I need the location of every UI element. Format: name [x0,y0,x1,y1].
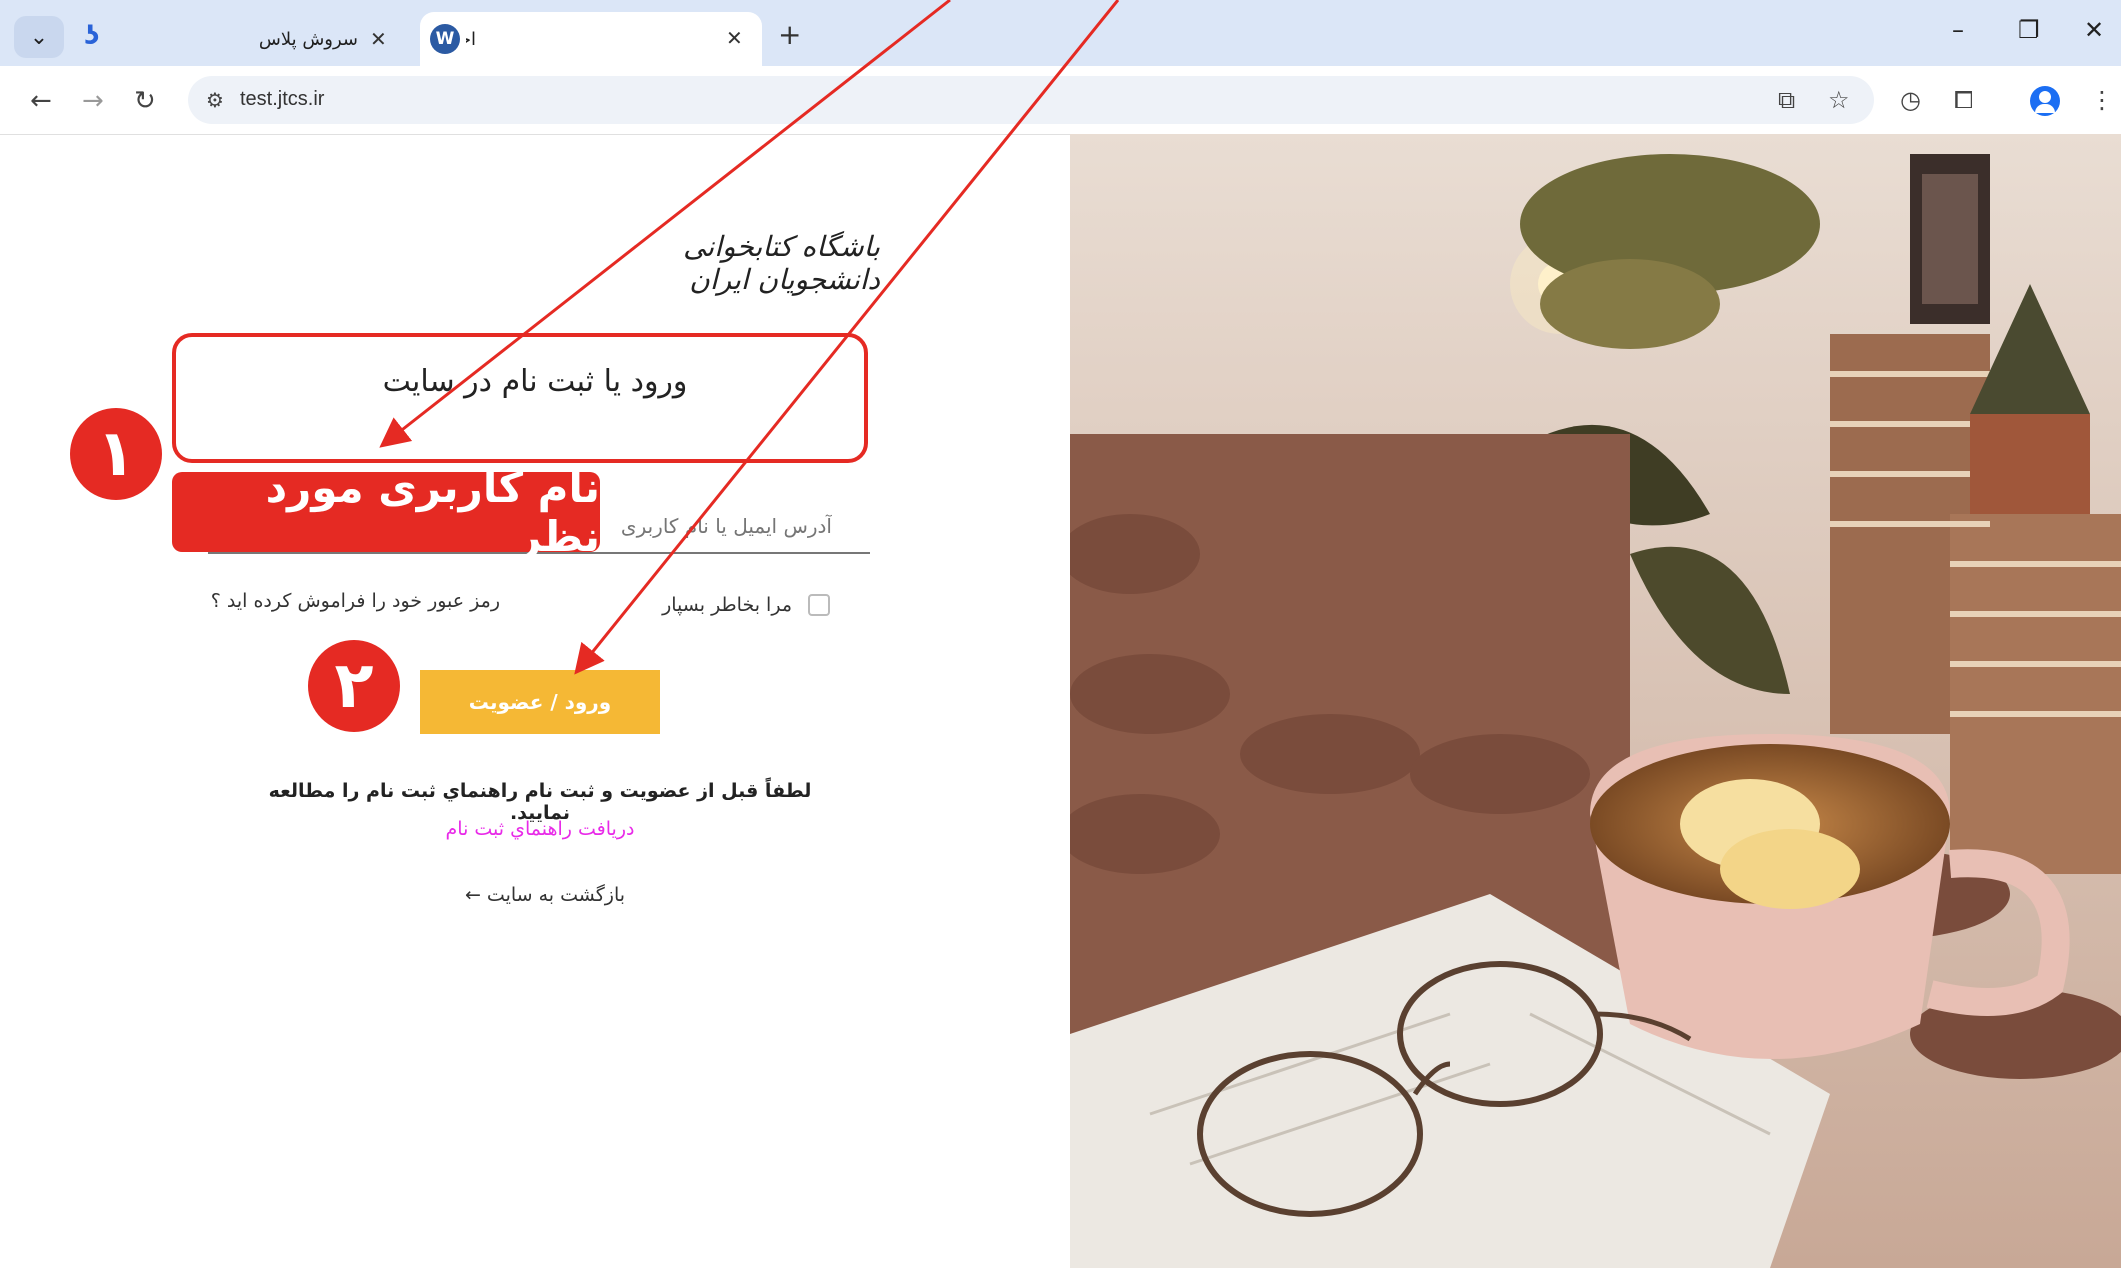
annotation-arrows [379,0,1120,675]
arrow-to-button [574,0,1120,675]
arrow-to-title [379,0,951,448]
